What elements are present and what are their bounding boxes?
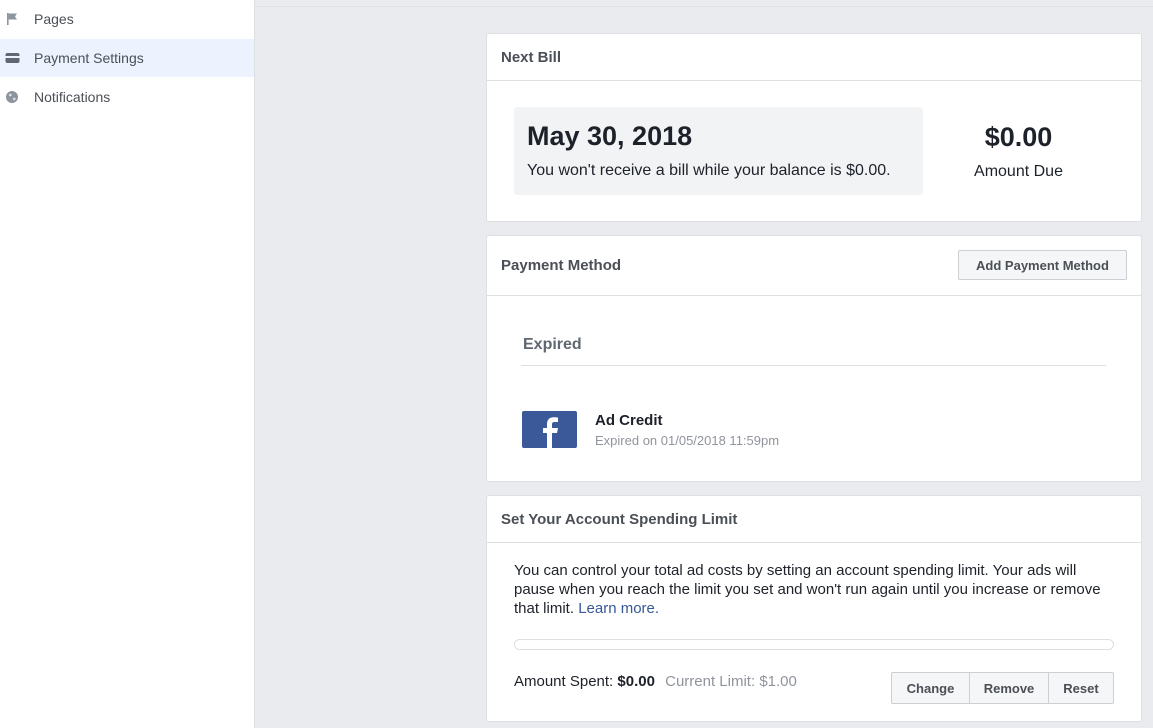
spending-limit-description: You can control your total ad costs by s… [514, 561, 1119, 618]
amount-spent-value: $0.00 [617, 673, 655, 690]
amount-due-value: $0.00 [984, 122, 1053, 152]
learn-more-link[interactable]: Learn more. [578, 600, 659, 617]
reset-button[interactable]: Reset [1049, 673, 1113, 703]
sidebar-item-payment-settings[interactable]: Payment Settings [0, 39, 254, 77]
section-divider [521, 365, 1106, 366]
sidebar-item-label: Pages [34, 11, 74, 27]
next-bill-card: Next Bill May 30, 2018 You won't receive… [486, 33, 1142, 222]
change-button[interactable]: Change [892, 673, 970, 703]
payment-method-title: Payment Method [501, 257, 622, 274]
sidebar-item-label: Payment Settings [34, 50, 144, 66]
spending-progress-bar [514, 639, 1114, 650]
sidebar-item-label: Notifications [34, 89, 111, 105]
ad-credit-title: Ad Credit [595, 412, 663, 429]
payment-method-card: Payment Method Add Payment Method Expire… [486, 235, 1142, 482]
next-bill-title: Next Bill [487, 34, 1141, 81]
amount-spent-row: Amount Spent: $0.00 Current Limit: $1.00 [514, 673, 797, 690]
sidebar: Pages Payment Settings Notifications [0, 0, 255, 728]
amount-due-label: Amount Due [974, 163, 1063, 180]
ad-credit-expiry: Expired on 01/05/2018 11:59pm [595, 433, 780, 448]
current-limit: Current Limit: $1.00 [665, 673, 797, 690]
credit-card-icon [4, 50, 20, 66]
globe-icon [4, 89, 20, 105]
sidebar-item-notifications[interactable]: Notifications [0, 78, 254, 116]
spending-limit-card: Set Your Account Spending Limit You can … [486, 495, 1142, 722]
top-divider [255, 6, 1153, 7]
amount-spent-label: Amount Spent: [514, 673, 614, 690]
bill-note: You won't receive a bill while your bala… [527, 162, 891, 179]
sidebar-item-pages[interactable]: Pages [0, 0, 254, 38]
spending-limit-title: Set Your Account Spending Limit [487, 496, 1141, 543]
add-payment-method-button[interactable]: Add Payment Method [958, 250, 1127, 280]
bill-date: May 30, 2018 [527, 121, 693, 151]
remove-button[interactable]: Remove [970, 673, 1049, 703]
flag-icon [4, 11, 20, 27]
expired-section-label: Expired [523, 336, 582, 353]
bill-date-box: May 30, 2018 You won't receive a bill wh… [514, 107, 923, 195]
limit-button-group: Change Remove Reset [891, 672, 1114, 704]
facebook-logo-icon [522, 411, 577, 448]
